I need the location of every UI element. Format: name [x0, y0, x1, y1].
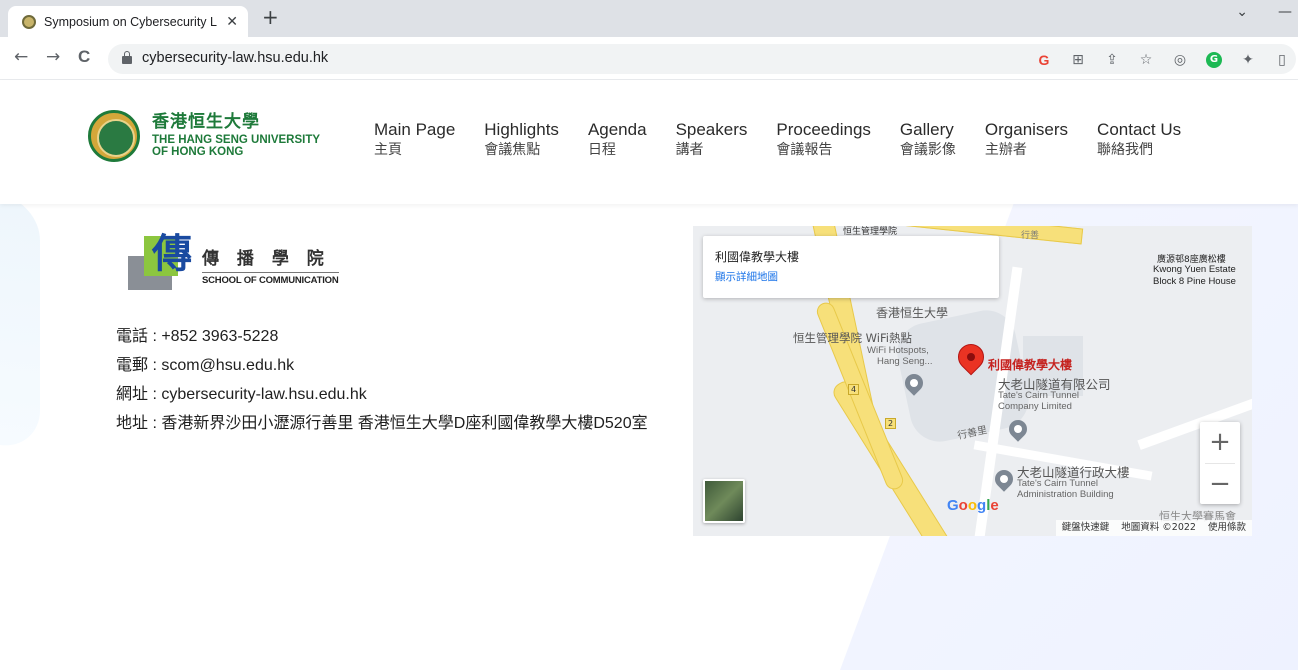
school-of-communication-logo: 傳 傳 播 學 院 SCHOOL OF COMMUNICATION	[128, 232, 339, 292]
nav-agenda[interactable]: Agenda 日程	[588, 120, 647, 160]
map-label-kwong-yuen-en1: Kwong Yuen Estate	[1153, 264, 1236, 275]
nav-speakers[interactable]: Speakers 講者	[676, 120, 748, 160]
address-bar[interactable]: cybersecurity-law.hsu.edu.hk G ⊞ ⇪ ☆ ◎ G…	[108, 44, 1296, 74]
contact-phone: 電話 : +852 3963-5228	[116, 328, 279, 345]
grammarly-icon[interactable]: G	[1206, 52, 1222, 68]
map-label-tates-en2: Company Limited	[998, 401, 1072, 412]
contact-details: 電話 : +852 3963-5228 電郵 : scom@hsu.edu.hk…	[116, 325, 648, 441]
site-favicon-icon	[22, 14, 36, 29]
zoom-out-button[interactable]: −	[1200, 464, 1240, 505]
star-icon[interactable]: ☆	[1138, 52, 1154, 68]
close-tab-icon[interactable]: ✕	[226, 14, 238, 30]
map-label-tates-en1: Tate's Cairn Tunnel	[998, 390, 1080, 401]
reload-button[interactable]: C	[78, 47, 90, 67]
url-text[interactable]: cybersecurity-law.hsu.edu.hk	[142, 50, 328, 66]
map-label-wifi-en1: WiFi Hotspots,	[867, 345, 929, 356]
nav-proceedings[interactable]: Proceedings 會議報告	[776, 120, 871, 160]
map-label-hsu: 香港恒生大學	[876, 306, 949, 320]
embedded-google-map[interactable]: 恒生管理學院 行善 廣源邨8座廣松樓 Kwong Yuen Estate Blo…	[693, 226, 1252, 536]
tab-title: Symposium on Cybersecurity L	[44, 14, 217, 29]
terms-of-use-link[interactable]: 使用條款	[1208, 520, 1246, 536]
map-label-wifi-en2: Hang Seng...	[877, 356, 933, 367]
map-label-kwong-yuen-en2: Block 8 Pine House	[1153, 276, 1236, 287]
nav-main-page[interactable]: Main Page 主頁	[374, 120, 455, 160]
forward-button[interactable]: →	[46, 47, 60, 67]
contact-email[interactable]: 電郵 : scom@hsu.edu.hk	[116, 354, 648, 378]
sidepanel-icon[interactable]: ▯	[1274, 52, 1290, 68]
logo-chinese-name: 香港恒生大學	[152, 111, 260, 132]
chevron-down-icon[interactable]: ⌄	[1236, 4, 1248, 20]
satellite-view-toggle[interactable]	[703, 479, 745, 523]
puzzle-icon[interactable]: ✦	[1240, 52, 1256, 68]
map-attribution: 鍵盤快速鍵 地圖資料 ©2022 使用條款	[1055, 520, 1252, 536]
contact-address: 地址 : 香港新界沙田小瀝源行善里 香港恒生大學D座利國偉教學大樓D520室	[116, 415, 648, 432]
view-larger-map-link[interactable]: 顯示詳細地圖	[715, 269, 987, 284]
new-tab-button[interactable]: +	[262, 5, 279, 29]
back-button[interactable]: ←	[14, 47, 28, 67]
map-label-wifi-cn: 恒生管理學院 WiFi熱點	[793, 331, 912, 345]
map-label-admin-en2: Administration Building	[1017, 489, 1114, 500]
nav-gallery[interactable]: Gallery 會議影像	[900, 120, 956, 160]
university-logo[interactable]: 香港恒生大學 THE HANG SENG UNIVERSITY OF HONG …	[88, 110, 320, 162]
map-info-title: 利國偉教學大樓	[715, 250, 800, 264]
university-seal-icon	[88, 110, 140, 162]
google-logo: Google	[947, 497, 999, 514]
logo-english-line1: THE HANG SENG UNIVERSITY	[152, 134, 321, 147]
route-2-badge: 2	[885, 418, 897, 429]
admin-building-pin-icon[interactable]	[991, 466, 1017, 492]
school-logo-mark-icon: 傳	[128, 232, 192, 292]
google-icon[interactable]: G	[1036, 52, 1052, 68]
lock-icon[interactable]	[122, 51, 132, 64]
map-label-lee-building: 利國偉教學大樓	[988, 358, 1073, 372]
translate-icon[interactable]: ⊞	[1070, 52, 1086, 68]
map-info-card: 利國偉教學大樓 顯示詳細地圖	[703, 236, 999, 298]
main-nav: Main Page 主頁 Highlights 會議焦點 Agenda 日程 S…	[374, 120, 1210, 160]
site-header: 香港恒生大學 THE HANG SENG UNIVERSITY OF HONG …	[0, 80, 1298, 204]
keyboard-shortcuts-link[interactable]: 鍵盤快速鍵	[1062, 520, 1110, 536]
browser-tab-bar: Symposium on Cybersecurity L ✕ + ⌄ —	[0, 0, 1298, 37]
extension-icons: G ⊞ ⇪ ☆ ◎ G ✦ ▯	[1036, 52, 1290, 68]
nav-contact-us[interactable]: Contact Us 聯絡我們	[1097, 120, 1181, 160]
map-label-top-road: 行善	[1021, 231, 1040, 241]
browser-tab[interactable]: Symposium on Cybersecurity L ✕	[8, 6, 248, 37]
map-zoom-controls: + −	[1200, 422, 1240, 504]
contact-website[interactable]: 網址 : cybersecurity-law.hsu.edu.hk	[116, 383, 648, 407]
map-label-admin-en1: Tate's Cairn Tunnel	[1017, 478, 1099, 489]
extension-icon[interactable]: ◎	[1172, 52, 1188, 68]
school-name-chinese: 傳 播 學 院	[202, 249, 330, 269]
zoom-in-button[interactable]: +	[1200, 422, 1240, 463]
share-icon[interactable]: ⇪	[1104, 52, 1120, 68]
nav-highlights[interactable]: Highlights 會議焦點	[484, 120, 559, 160]
window-controls: ⌄ —	[1236, 4, 1292, 20]
contact-section: 傳 傳 播 學 院 SCHOOL OF COMMUNICATION 電話 : +…	[0, 204, 1298, 658]
nav-organisers[interactable]: Organisers 主辦者	[985, 120, 1068, 160]
logo-english-line2: OF HONG KONG	[152, 146, 244, 159]
map-data-text: 地圖資料 ©2022	[1121, 522, 1196, 533]
minimize-icon[interactable]: —	[1278, 4, 1292, 20]
school-name-english: SCHOOL OF COMMUNICATION	[202, 272, 339, 286]
route-4-badge: 4	[848, 384, 860, 395]
browser-toolbar: ← → C cybersecurity-law.hsu.edu.hk G ⊞ ⇪…	[0, 37, 1298, 80]
